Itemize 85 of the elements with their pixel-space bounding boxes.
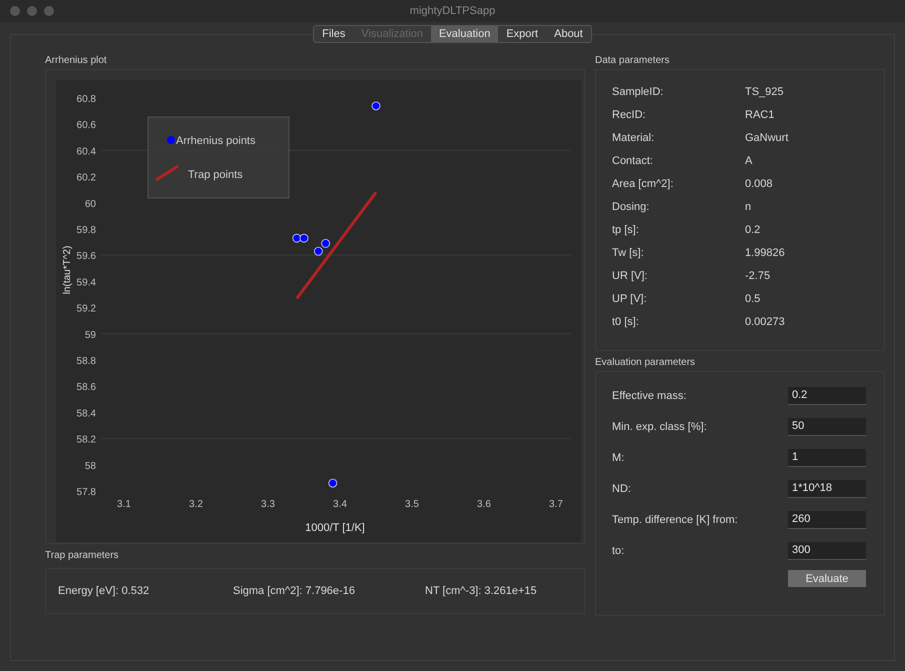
- input-field[interactable]: 1*10^18: [788, 480, 866, 498]
- input-field[interactable]: 1: [788, 448, 866, 466]
- parameter-label: Material:: [612, 132, 656, 144]
- legend-label: Trap points: [188, 169, 243, 181]
- y-axis-label: ln(tau*T^2): [62, 246, 73, 294]
- y-tick-label: 58.4: [76, 408, 96, 420]
- y-tick-label: 60.6: [76, 120, 96, 132]
- parameter-value: -2.75: [745, 270, 770, 282]
- y-tick-label: 58.8: [76, 356, 96, 367]
- data-point: [321, 239, 330, 248]
- y-tick-label: 60.4: [76, 146, 96, 158]
- close-button[interactable]: [10, 6, 20, 16]
- tab[interactable]: Export: [498, 26, 546, 42]
- x-tick-label: 3.3: [261, 499, 275, 510]
- group-title: Data parameters: [595, 55, 670, 68]
- parameter-value: n: [745, 200, 752, 212]
- parameter-value: GaNwurt: [745, 132, 788, 144]
- x-tick-label: 3.1: [117, 499, 131, 510]
- parameter-label: Area [cm^2]:: [612, 178, 674, 190]
- field-label: M:: [612, 452, 626, 464]
- parameter-value: 0.008: [745, 178, 773, 190]
- group-title: Arrhenius plot: [45, 55, 108, 68]
- parameter-label: Contact:: [612, 154, 654, 166]
- tab[interactable]: Evaluation: [430, 26, 498, 42]
- y-tick-label: 60.8: [76, 94, 96, 105]
- field-label: Min. exp. class [%]:: [612, 420, 708, 432]
- parameter-label: Dosing:: [612, 200, 650, 212]
- y-tick-label: 59: [84, 330, 96, 341]
- y-tick-label: 59.2: [76, 304, 96, 315]
- y-tick-label: 59.6: [76, 251, 96, 262]
- input-field[interactable]: 300: [788, 542, 866, 560]
- parameter-label: Tw [s]:: [612, 246, 645, 258]
- y-tick-label: 60.2: [76, 172, 96, 184]
- data-point: [314, 246, 323, 256]
- data-point: [328, 478, 338, 488]
- evaluate-button[interactable]: Evaluate: [788, 570, 866, 587]
- parameter-label: SampleID:: [612, 86, 664, 98]
- data-point: [300, 234, 308, 243]
- parameter-value: A: [745, 154, 752, 166]
- y-tick-label: 59.8: [76, 225, 96, 236]
- parameter-label: t0 [s]:: [612, 316, 640, 328]
- field-label: Temp. difference [K] from:: [612, 514, 739, 526]
- data-point: [292, 234, 302, 243]
- tab[interactable]: Files: [314, 26, 354, 42]
- x-tick-label: 3.7: [549, 499, 563, 510]
- group-title: Evaluation parameters: [595, 357, 696, 370]
- y-tick-label: 57.8: [76, 487, 96, 498]
- legend-point-icon: [167, 136, 175, 144]
- parameter-label: UR [V]:: [612, 270, 648, 282]
- parameter-value: 0.00273: [745, 316, 785, 328]
- y-tick-label: 59.4: [76, 277, 96, 288]
- trap-value: Energy [eV]: 0.532: [58, 585, 150, 597]
- parameter-label: RecID:: [612, 108, 647, 120]
- input-field[interactable]: 50: [788, 418, 866, 436]
- x-tick-label: 3.2: [189, 499, 203, 510]
- x-tick-label: 3.6: [477, 499, 491, 510]
- parameter-value: 1.99826: [745, 246, 785, 258]
- x-tick-label: 3.5: [405, 499, 419, 510]
- window-title: mightyDLTPSapp: [410, 5, 496, 17]
- y-tick-label: 60: [84, 198, 96, 210]
- trap-value: NT [cm^-3]: 3.261e+15: [425, 585, 537, 597]
- input-field[interactable]: 0.2: [788, 386, 866, 404]
- field-label: ND:: [612, 482, 632, 494]
- legend-line-icon: [155, 164, 179, 182]
- tab[interactable]: About: [546, 26, 591, 42]
- zoom-button[interactable]: [44, 6, 54, 16]
- field-label: Effective mass:: [612, 390, 688, 402]
- parameter-label: UP [V]:: [612, 292, 648, 304]
- group-title: Trap parameters: [45, 550, 120, 563]
- parameter-label: tp [s]:: [612, 224, 640, 236]
- data-point: [372, 101, 380, 110]
- y-tick-label: 58.6: [76, 382, 96, 394]
- trap-value: Sigma [cm^2]: 7.796e-16: [233, 585, 356, 597]
- parameter-value: 0.2: [745, 224, 760, 236]
- parameter-value: RAC1: [745, 108, 774, 120]
- input-field[interactable]: 260: [788, 510, 866, 528]
- x-axis-label: 1000/T [1/K]: [305, 522, 365, 534]
- y-tick-label: 58.2: [76, 434, 96, 446]
- legend-label: Arrhenius points: [176, 135, 256, 147]
- y-tick-label: 58: [84, 460, 96, 472]
- field-label: to:: [612, 544, 626, 556]
- minimize-button[interactable]: [27, 6, 37, 16]
- parameter-value: 0.5: [745, 292, 760, 304]
- parameter-value: TS_925: [745, 86, 784, 98]
- x-tick-label: 3.4: [333, 499, 347, 510]
